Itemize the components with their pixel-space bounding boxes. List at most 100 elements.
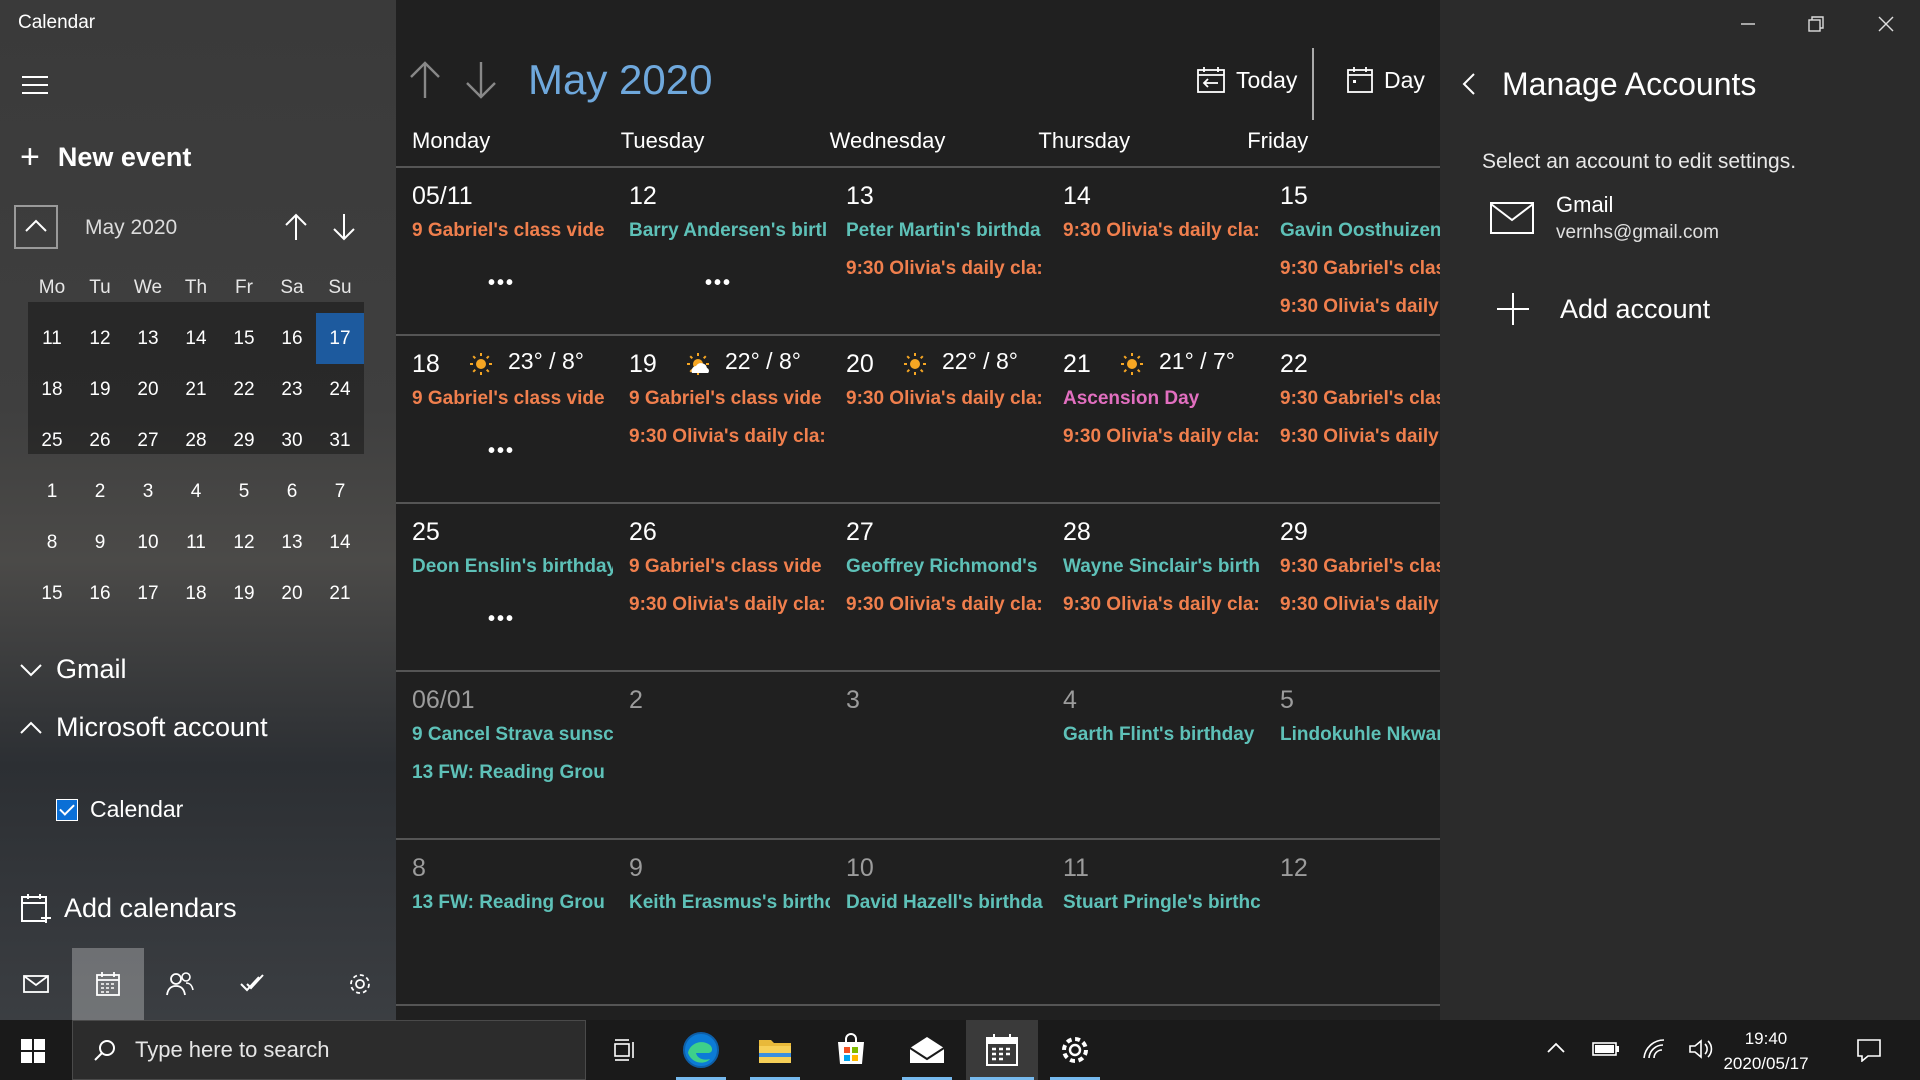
battery-icon[interactable] [1592, 1040, 1620, 1058]
event-item[interactable]: 9:30 Olivia's daily cla: [846, 258, 1043, 280]
day-cell[interactable]: 11 Stuart Pringle's birthc [1047, 840, 1264, 1006]
event-item[interactable]: Barry Andersen's birtl [629, 220, 827, 242]
mini-calendar-day[interactable]: 20 [124, 379, 172, 401]
day-cell[interactable]: 13 Peter Martin's birthda 9:30 Olivia's da… [830, 168, 1047, 334]
event-item[interactable]: Deon Enslin's birthday [412, 556, 613, 578]
day-cell[interactable]: 27 Geoffrey Richmond's 9:30 Olivia's daily… [830, 504, 1047, 670]
mini-calendar-day[interactable]: 5 [220, 481, 268, 503]
more-events-ellipsis[interactable]: ••• [488, 440, 515, 463]
collapse-mini-calendar-button[interactable] [14, 205, 58, 249]
mini-calendar-day[interactable]: 3 [124, 481, 172, 503]
restore-icon[interactable] [1806, 14, 1826, 34]
today-button[interactable]: Today [1196, 66, 1297, 94]
event-item[interactable]: 9 Gabriel's class vide [412, 220, 605, 242]
more-events-ellipsis[interactable]: ••• [488, 272, 515, 295]
mini-prev-month-arrow-up-icon[interactable] [284, 213, 308, 241]
mini-calendar-day[interactable]: 13 [268, 532, 316, 554]
mini-calendar-day[interactable]: 8 [28, 532, 76, 554]
day-cell[interactable]: 21 21° / 7° Ascension Day 9:30 Olivia's dai… [1047, 336, 1264, 502]
windows-start-icon[interactable] [20, 1038, 46, 1064]
mini-next-month-arrow-down-icon[interactable] [332, 213, 356, 241]
event-item[interactable]: 9:30 Olivia's daily cla: [629, 426, 826, 448]
mini-calendar-day[interactable]: 30 [268, 430, 316, 452]
event-item[interactable]: 9:30 Gabriel's clas [1280, 556, 1446, 578]
add-account-button[interactable]: Add account [1496, 292, 1710, 326]
action-center-notification-icon[interactable] [1856, 1038, 1882, 1062]
event-item[interactable]: 9 Gabriel's class vide [629, 556, 822, 578]
event-item[interactable]: 9:30 Gabriel's clas [1280, 258, 1446, 280]
new-event-button[interactable]: + New event [20, 140, 191, 174]
event-item[interactable]: 9:30 Olivia's daily cla: [846, 594, 1043, 616]
mini-calendar-day[interactable]: 24 [316, 379, 364, 401]
event-item[interactable]: 9:30 Gabriel's clas [1280, 388, 1446, 410]
mini-calendar-day[interactable]: 20 [268, 583, 316, 605]
mini-calendar-day[interactable]: 19 [220, 583, 268, 605]
event-item[interactable]: Keith Erasmus's birthc [629, 892, 830, 914]
microsoft-account-group-toggle[interactable]: Microsoft account [20, 712, 268, 743]
event-item[interactable]: 9:30 Olivia's daily cla: [629, 594, 826, 616]
mini-calendar-day[interactable]: 31 [316, 430, 364, 452]
mini-calendar-day[interactable]: 18 [172, 583, 220, 605]
view-switcher-day-button[interactable]: Day [1346, 66, 1425, 94]
mini-calendar-day[interactable]: 18 [28, 379, 76, 401]
day-cell[interactable]: 05/11 9 Gabriel's class vide ••• [396, 168, 613, 334]
event-item[interactable]: 9:30 Olivia's daily cla: [1063, 426, 1260, 448]
people-icon[interactable] [144, 948, 216, 1020]
day-cell[interactable]: 18 23° / 8° 9 Gabriel's class vide ••• [396, 336, 613, 502]
event-item[interactable]: 9:30 Olivia's daily cla: [1063, 220, 1260, 242]
previous-month-arrow-up-icon[interactable] [408, 60, 442, 100]
mini-calendar-day[interactable]: 15 [220, 328, 268, 350]
calendar-taskbar-icon[interactable] [966, 1020, 1038, 1080]
settings-taskbar-gear-icon[interactable] [1046, 1020, 1104, 1080]
month-title[interactable]: May 2020 [528, 56, 712, 104]
mini-calendar-day[interactable]: 16 [268, 328, 316, 350]
calendar-app-icon[interactable] [72, 948, 144, 1020]
mini-calendar-day[interactable]: 13 [124, 328, 172, 350]
mini-calendar-day[interactable]: 6 [268, 481, 316, 503]
hamburger-menu-icon[interactable] [22, 72, 48, 94]
mail-app-icon[interactable] [898, 1020, 956, 1080]
mini-calendar-day[interactable]: 11 [172, 532, 220, 554]
event-item[interactable]: Gavin Oosthuizen' [1280, 220, 1446, 242]
mini-calendar-day[interactable]: 14 [172, 328, 220, 350]
taskbar-clock[interactable]: 19:40 2020/05/17 [1716, 1026, 1816, 1076]
mini-calendar-day[interactable]: 10 [124, 532, 172, 554]
event-item[interactable]: Stuart Pringle's birthc [1063, 892, 1261, 914]
event-item[interactable]: Lindokuhle Nkwar [1280, 724, 1444, 746]
next-month-arrow-down-icon[interactable] [464, 60, 498, 100]
edge-browser-icon[interactable] [672, 1020, 730, 1080]
event-item[interactable]: Peter Martin's birthda [846, 220, 1041, 242]
event-item[interactable]: Wayne Sinclair's birth [1063, 556, 1260, 578]
mini-calendar-day[interactable]: 2 [76, 481, 124, 503]
file-explorer-icon[interactable] [746, 1020, 804, 1080]
event-item[interactable]: Ascension Day [1063, 388, 1199, 410]
task-view-icon[interactable] [596, 1020, 654, 1080]
gmail-account-item[interactable]: Gmail vernhs@gmail.com [1490, 192, 1719, 244]
day-cell[interactable]: 4 Garth Flint's birthday [1047, 672, 1264, 838]
mini-calendar-day[interactable]: 22 [220, 379, 268, 401]
mini-calendar-day[interactable]: 12 [220, 532, 268, 554]
mini-calendar-day[interactable]: 7 [316, 481, 364, 503]
day-cell[interactable]: 10 David Hazell's birthda [830, 840, 1047, 1006]
day-cell[interactable]: 25 Deon Enslin's birthday ••• [396, 504, 613, 670]
event-item[interactable]: 9:30 Olivia's daily [1280, 426, 1439, 448]
day-cell[interactable]: 8 13 FW: Reading Grou [396, 840, 613, 1006]
add-calendars-button[interactable]: Add calendars [20, 892, 237, 924]
mini-calendar-day[interactable]: 26 [76, 430, 124, 452]
event-item[interactable]: 9 Gabriel's class vide [412, 388, 605, 410]
day-cell[interactable]: 19 22° / 8° 9 Gabriel's class vide 9:30 Oli… [613, 336, 830, 502]
event-item[interactable]: 9 Gabriel's class vide [629, 388, 822, 410]
mini-calendar-day[interactable]: 9 [76, 532, 124, 554]
day-cell[interactable]: 3 [830, 672, 1047, 838]
event-item[interactable]: 9:30 Olivia's daily cla: [1063, 594, 1260, 616]
mini-calendar-day[interactable]: 15 [28, 583, 76, 605]
event-item[interactable]: 9:30 Olivia's daily [1280, 296, 1439, 318]
day-cell[interactable]: 2 [613, 672, 830, 838]
event-item[interactable]: 13 FW: Reading Grou [412, 892, 605, 914]
mini-calendar-day[interactable]: 17 [124, 583, 172, 605]
network-wifi-icon[interactable] [1642, 1038, 1668, 1060]
more-events-ellipsis[interactable]: ••• [488, 608, 515, 631]
mini-calendar-day[interactable]: 16 [76, 583, 124, 605]
volume-icon[interactable] [1688, 1038, 1714, 1060]
settings-gear-icon[interactable] [324, 948, 396, 1020]
